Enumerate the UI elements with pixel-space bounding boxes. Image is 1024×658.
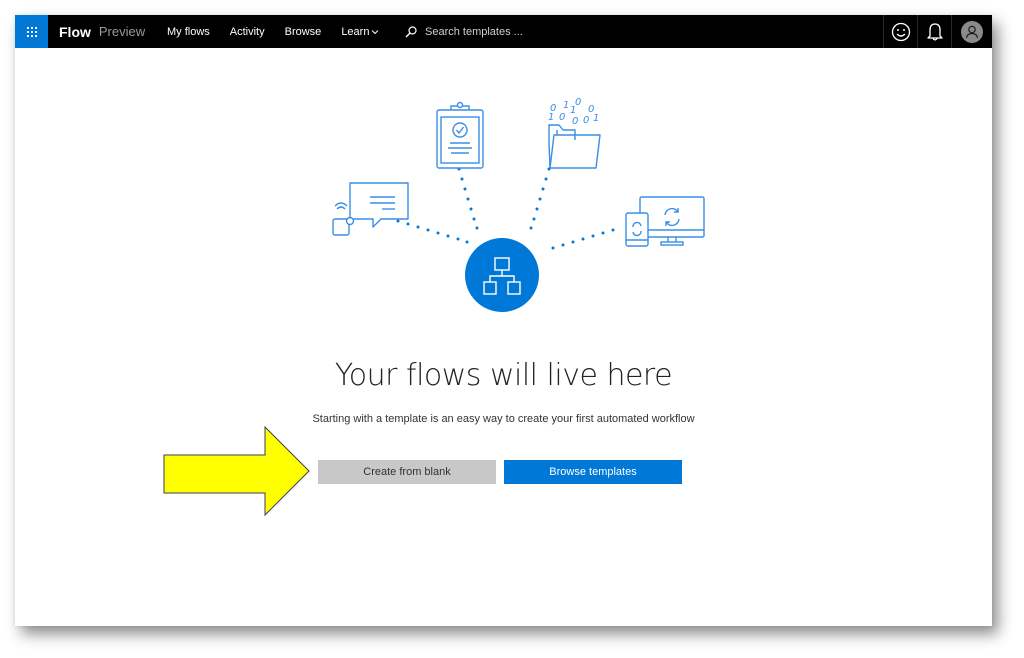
brand-tag: Preview [98,24,146,39]
nav-activity[interactable]: Activity [230,26,265,38]
svg-text:1: 1 [548,112,554,123]
svg-text:0: 0 [572,116,578,127]
smiley-feedback-icon [891,22,910,41]
svg-text:1: 1 [593,113,599,124]
svg-text:1: 1 [563,100,569,111]
search-input[interactable] [425,25,675,38]
svg-text:0: 0 [559,112,565,123]
browse-templates-button[interactable]: Browse templates [504,460,682,484]
nav-label: Activity [229,25,265,38]
chevron-down-icon [372,29,379,34]
svg-text:0: 0 [583,115,589,126]
brand-name: Flow [59,23,91,40]
flows-illustration: 0 1 0 0 1 0 0 0 1 1 [332,97,705,312]
nav-my-flows[interactable]: My flows [167,26,210,38]
folder-binary-data-icon: 0 1 0 0 1 0 0 0 1 1 [548,97,601,169]
devices-sync-icon [625,196,705,247]
create-from-blank-button[interactable]: Create from blank [318,460,496,484]
flow-hub [465,238,539,312]
nav-label: Browse [284,25,322,38]
bell-notifications-icon [926,22,943,41]
page-headline: Your flows will live here [334,358,673,393]
app-window: Flow Preview My flows Activity Browse Le… [15,15,992,626]
main-nav: My flows Activity Browse Learn [167,15,399,48]
search-icon [405,25,417,37]
app-launcher-button[interactable] [15,15,48,48]
brand[interactable]: Flow Preview [59,15,145,48]
account-button[interactable] [951,15,992,48]
notifications-button[interactable] [917,15,951,48]
dotted-connectors [396,167,615,250]
top-navigation-bar: Flow Preview My flows Activity Browse Le… [15,15,992,48]
chat-device-icon [332,182,409,236]
nav-label: Learn [341,25,370,38]
nav-browse[interactable]: Browse [285,26,322,38]
waffle-grid-icon [26,26,37,37]
feedback-button[interactable] [883,15,917,48]
svg-text:1: 1 [570,105,576,116]
search-box[interactable] [405,15,705,48]
nav-learn[interactable]: Learn [341,26,379,38]
user-avatar-icon [961,20,983,43]
nav-label: My flows [167,25,210,38]
yellow-arrow-annotation [163,425,310,517]
clipboard-check-icon [436,101,484,169]
page-subtext: Starting with a template is an easy way … [312,413,695,425]
header-right-icons [883,15,992,48]
